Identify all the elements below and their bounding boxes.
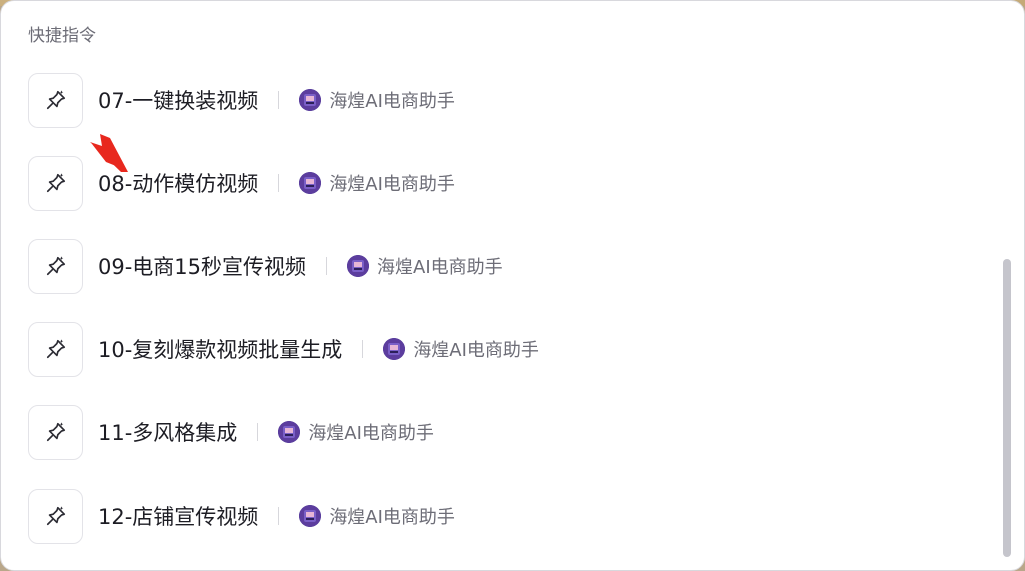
command-item-09[interactable]: 09-电商15秒宣传视频 海煌AI电商助手 bbox=[28, 238, 978, 294]
scrollbar-thumb[interactable] bbox=[1003, 259, 1011, 557]
assistant-avatar bbox=[299, 89, 322, 111]
assistant-name: 海煌AI电商助手 bbox=[329, 174, 455, 195]
sparkle-pin-icon bbox=[46, 90, 65, 110]
command-item-08[interactable]: 08-动作模仿视频 海煌AI电商助手 bbox=[28, 155, 978, 211]
sparkle-pin-icon bbox=[46, 422, 65, 442]
sparkle-pin-icon bbox=[46, 506, 65, 526]
command-item-07[interactable]: 07-一键换装视频 海煌AI电商助手 bbox=[28, 72, 978, 128]
command-label: 11-多风格集成 bbox=[98, 421, 238, 445]
divider bbox=[257, 423, 259, 441]
command-item-12[interactable]: 12-店铺宣传视频 海煌AI电商助手 bbox=[28, 488, 978, 544]
command-icon-box bbox=[28, 155, 83, 211]
assistant-avatar bbox=[347, 255, 370, 277]
assistant-name: 海煌AI电商助手 bbox=[329, 507, 455, 528]
sparkle-pin-icon bbox=[46, 256, 65, 276]
divider bbox=[278, 91, 280, 109]
command-icon-box bbox=[28, 238, 83, 294]
command-label: 07-一键换装视频 bbox=[98, 89, 259, 113]
assistant-name: 海煌AI电商助手 bbox=[329, 91, 455, 112]
assistant-avatar bbox=[278, 421, 301, 443]
assistant-avatar bbox=[299, 172, 322, 194]
divider bbox=[362, 340, 364, 358]
command-icon-box bbox=[28, 72, 83, 128]
command-icon-box bbox=[28, 488, 83, 544]
divider bbox=[278, 174, 280, 192]
assistant-name: 海煌AI电商助手 bbox=[308, 423, 434, 444]
assistant-avatar bbox=[299, 505, 322, 527]
command-item-11[interactable]: 11-多风格集成 海煌AI电商助手 bbox=[28, 404, 978, 460]
divider bbox=[326, 257, 328, 275]
command-label: 10-复刻爆款视频批量生成 bbox=[98, 338, 343, 362]
command-label: 09-电商15秒宣传视频 bbox=[98, 255, 307, 279]
command-label: 12-店铺宣传视频 bbox=[98, 505, 259, 529]
command-item-10[interactable]: 10-复刻爆款视频批量生成 海煌AI电商助手 bbox=[28, 321, 978, 377]
assistant-avatar bbox=[383, 338, 406, 360]
assistant-name: 海煌AI电商助手 bbox=[413, 340, 539, 361]
command-icon-box bbox=[28, 404, 83, 460]
divider bbox=[278, 507, 280, 525]
sparkle-pin-icon bbox=[46, 173, 65, 193]
section-title: 快捷指令 bbox=[28, 26, 96, 46]
red-arrow-annotation-icon bbox=[90, 134, 128, 172]
sparkle-pin-icon bbox=[46, 339, 65, 359]
command-icon-box bbox=[28, 321, 83, 377]
assistant-name: 海煌AI电商助手 bbox=[377, 257, 503, 278]
quick-commands-panel: 快捷指令 07-一键换装视频 海煌AI电商助手 08-动作模仿视频 海煌AI电商… bbox=[0, 0, 1025, 571]
